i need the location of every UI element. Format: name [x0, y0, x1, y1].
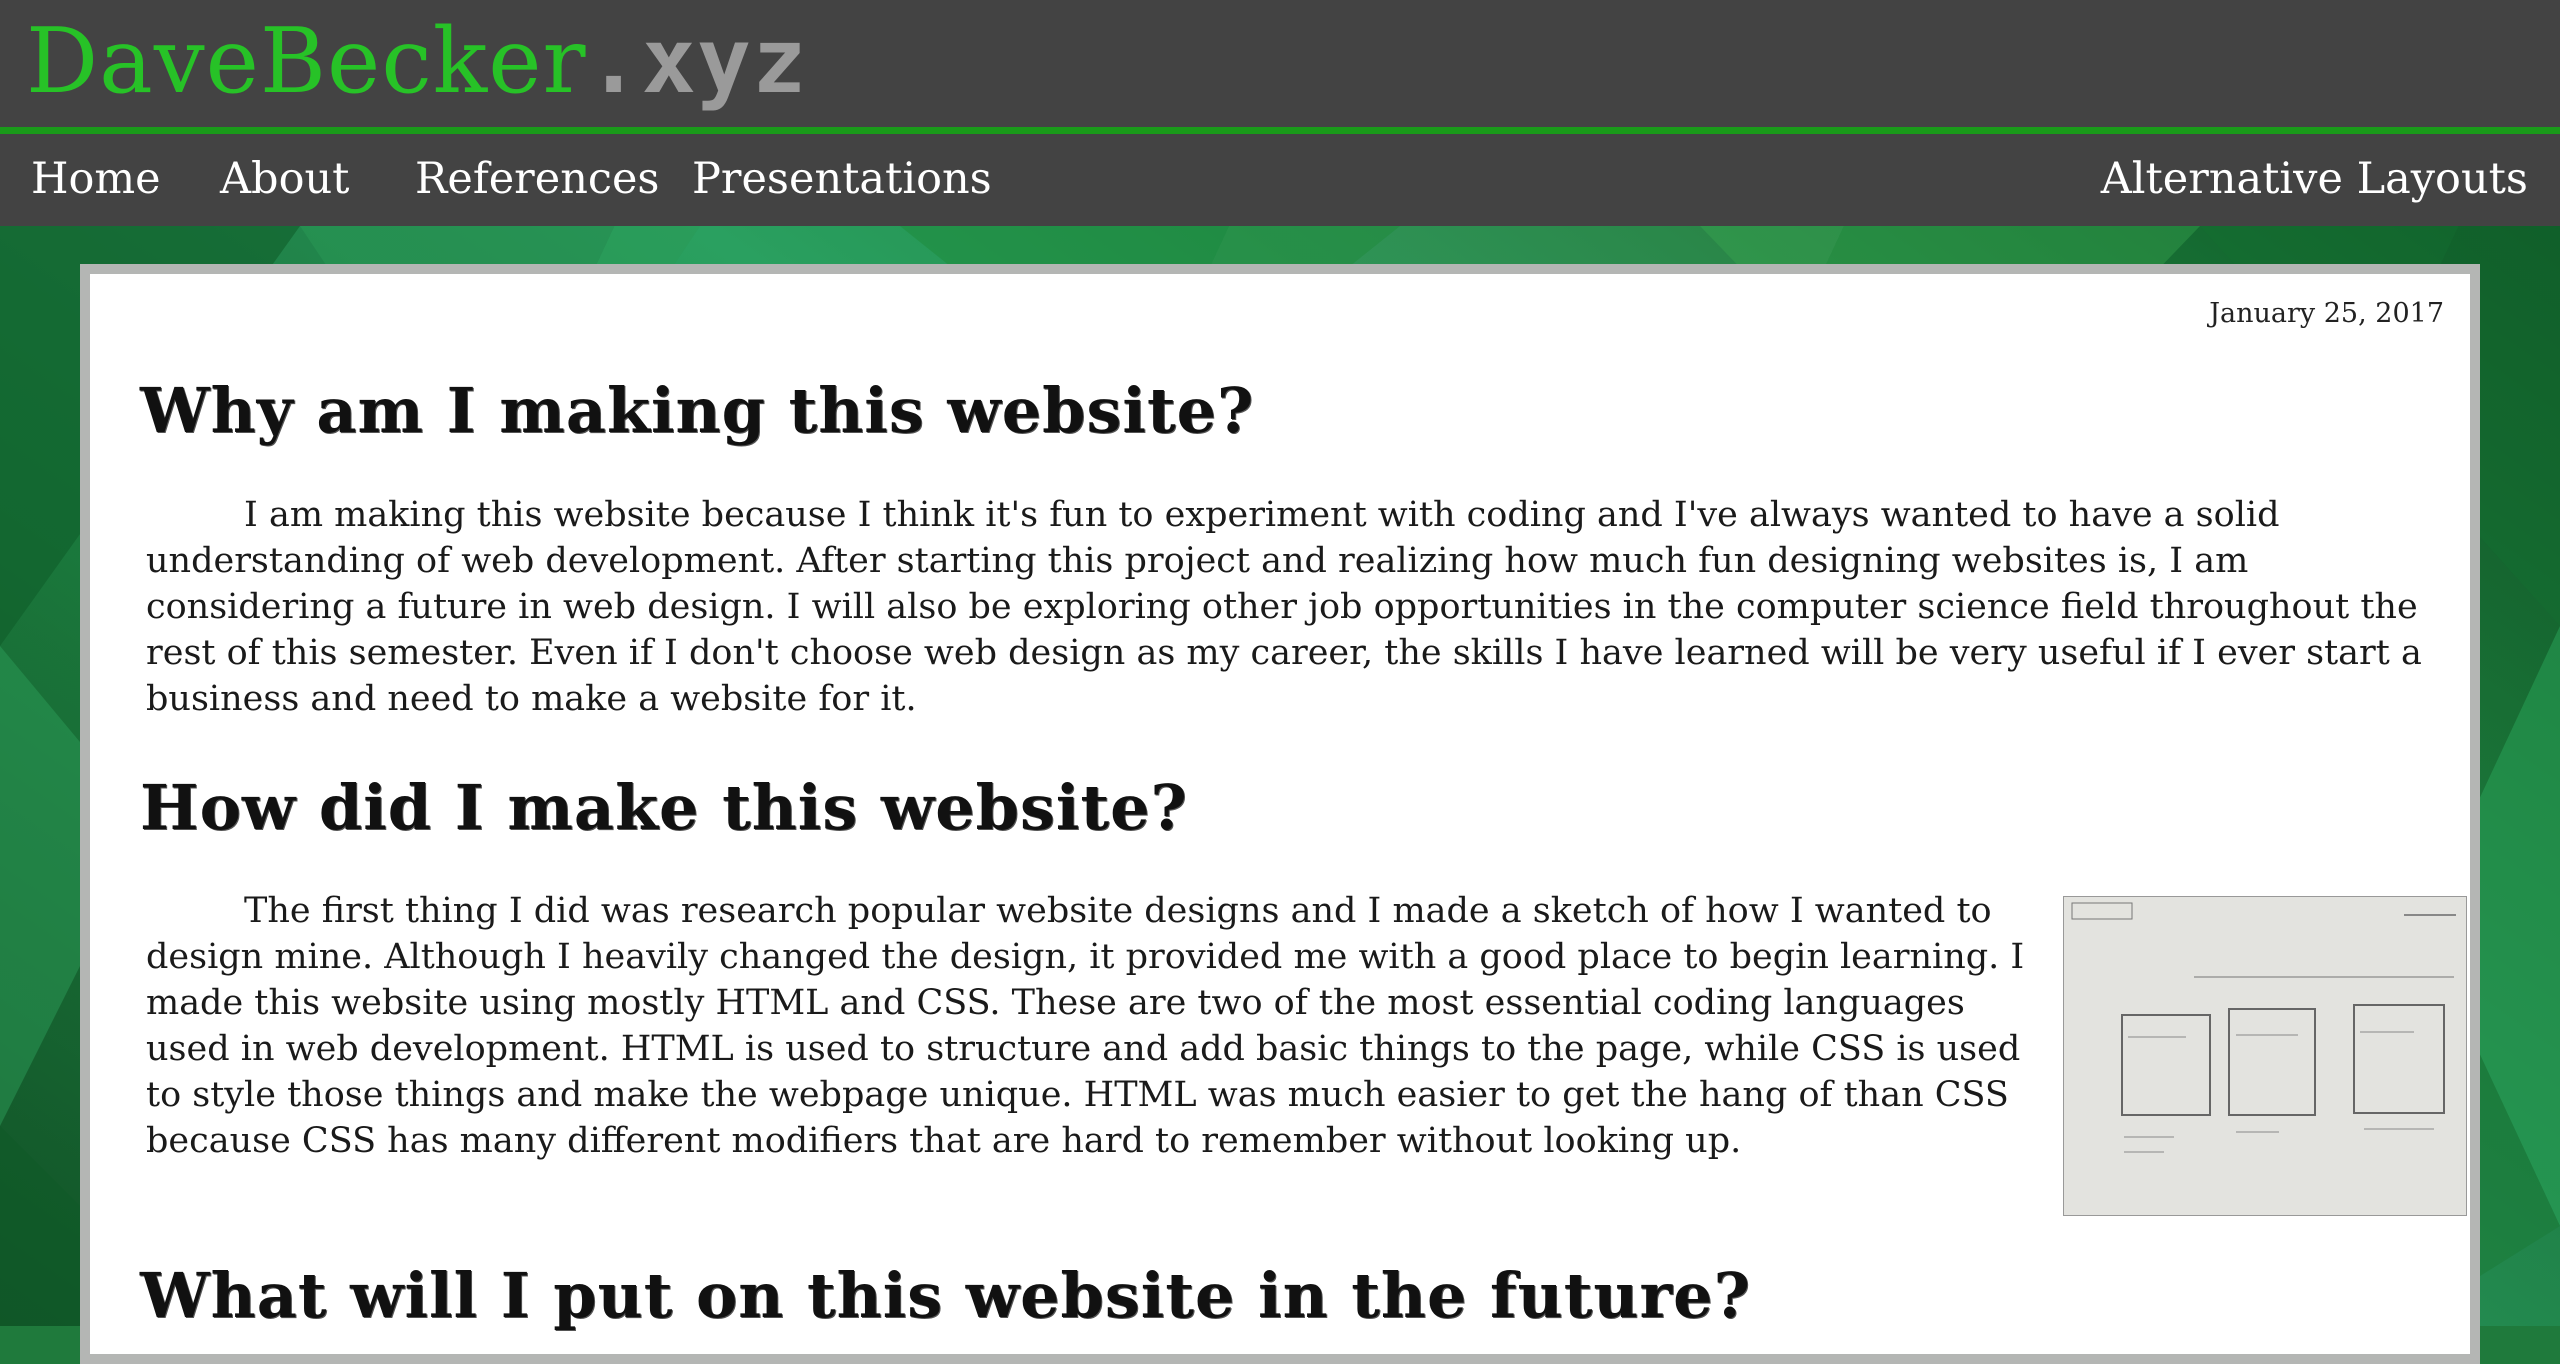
content-panel: January 25, 2017 Why am I making this we… — [80, 264, 2480, 1364]
section-heading-future: What will I put on this website in the f… — [140, 1259, 1751, 1332]
website-sketch-image — [2063, 896, 2467, 1216]
site-header: DaveBecker.xyz — [0, 0, 2560, 134]
nav-item-alternative-layouts[interactable]: Alternative Layouts — [2101, 152, 2528, 206]
nav-item-references[interactable]: References — [415, 152, 659, 206]
nav-item-presentations[interactable]: Presentations — [692, 152, 992, 206]
section-text-why: I am making this website because I think… — [146, 495, 2422, 719]
nav-item-about[interactable]: About — [220, 152, 349, 206]
site-logo[interactable]: DaveBecker.xyz — [26, 12, 807, 112]
section-text-how: The first thing I did was research popul… — [146, 891, 2025, 1161]
sketch-drawing — [2064, 897, 2466, 1215]
nav-item-home[interactable]: Home — [31, 152, 161, 206]
brand-name: DaveBecker — [26, 9, 587, 114]
brand-tld: .xyz — [586, 9, 808, 114]
post-date: January 25, 2017 — [2209, 298, 2444, 329]
main-nav: Home About References Presentations Alte… — [0, 134, 2560, 226]
section-heading-why: Why am I making this website? — [140, 374, 1255, 447]
section-heading-how: How did I make this website? — [140, 771, 1188, 844]
